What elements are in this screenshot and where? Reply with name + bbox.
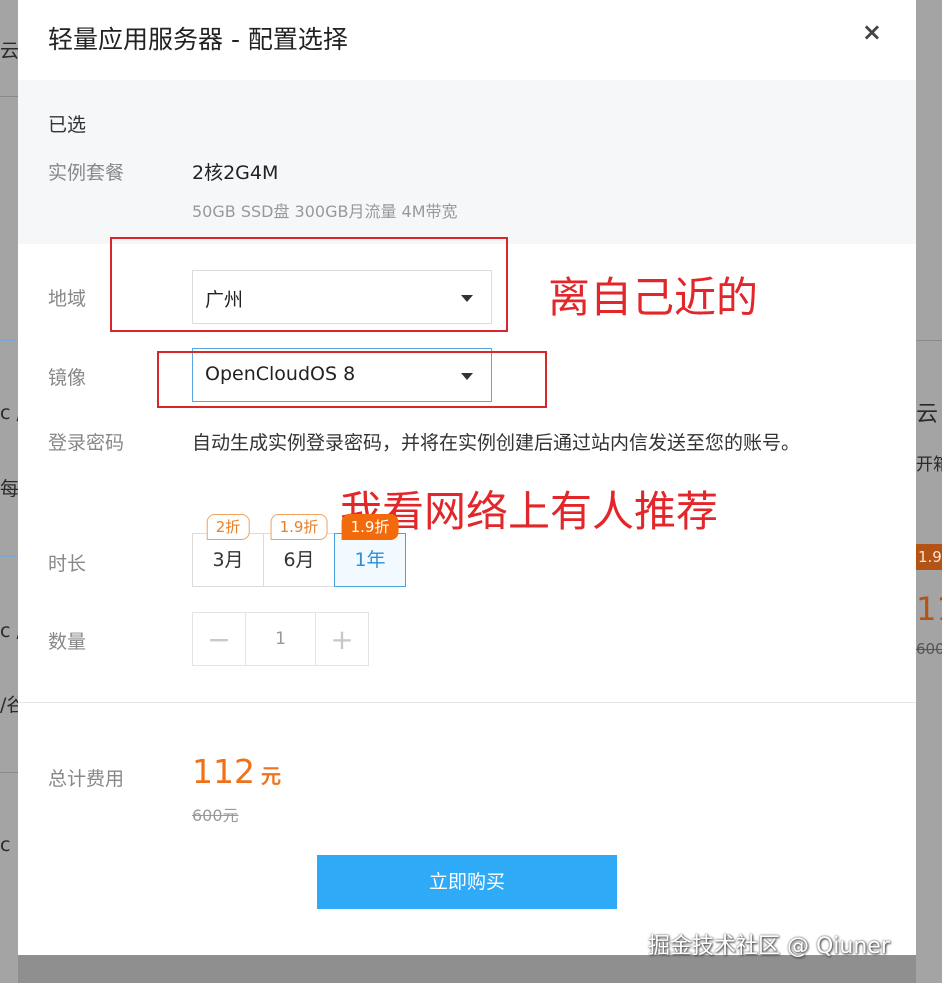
price-unit: 元 bbox=[261, 764, 281, 788]
selected-heading: 已选 bbox=[48, 114, 87, 136]
bg-fragment: 600 bbox=[916, 640, 942, 658]
discount-tag: 2折 bbox=[206, 514, 250, 540]
duration-label: 时长 bbox=[48, 553, 87, 575]
close-icon: × bbox=[861, 18, 882, 46]
plan-detail: 50GB SSD盘 300GB月流量 4M带宽 bbox=[192, 202, 458, 221]
duration-option-label: 6月 bbox=[283, 549, 315, 571]
original-price: 600元 bbox=[192, 806, 239, 825]
footer-divider bbox=[18, 702, 916, 703]
plan-label: 实例套餐 bbox=[48, 162, 125, 184]
dialog-header: 轻量应用服务器 - 配置选择 × bbox=[18, 0, 916, 80]
selected-summary: 已选 实例套餐 2核2G4M 50GB SSD盘 300GB月流量 4M带宽 bbox=[18, 80, 916, 244]
duration-option-1-year[interactable]: 1.9折 1年 bbox=[334, 514, 406, 587]
bg-discount-badge: 1.9 bbox=[916, 544, 942, 570]
discount-tag: 1.9折 bbox=[270, 514, 328, 540]
annotation-note-region: 离自己近的 bbox=[548, 273, 759, 322]
bg-fragment: c / bbox=[0, 620, 18, 642]
bg-fragment: 云 bbox=[0, 40, 18, 62]
bg-fragment: 每 bbox=[0, 478, 18, 500]
bg-fragment: 开箱 bbox=[916, 455, 942, 475]
bg-fragment: 云 bbox=[916, 402, 939, 427]
duration-option-3-months[interactable]: 2折 3月 bbox=[192, 514, 264, 587]
quantity-label: 数量 bbox=[48, 631, 87, 653]
bg-fragment: c bbox=[0, 834, 11, 856]
watermark: 掘金技术社区 @ Qiuner bbox=[648, 934, 890, 959]
duration-options: 2折 3月 1.9折 6月 1.9折 1年 bbox=[192, 514, 406, 587]
increment-button[interactable]: + bbox=[316, 613, 368, 665]
background-page-right: 云 开箱 1.9 11 600 bbox=[916, 0, 942, 983]
total-label: 总计费用 bbox=[48, 768, 125, 790]
region-label: 地域 bbox=[48, 288, 87, 310]
duration-option-label: 1年 bbox=[354, 549, 386, 571]
plan-value: 2核2G4M bbox=[192, 162, 279, 184]
duration-option-label: 3月 bbox=[212, 549, 244, 571]
bg-fragment: c / bbox=[0, 402, 18, 424]
bg-fragment: 11 bbox=[916, 590, 942, 628]
background-page-left: 云 c / 每 c / /谷 c bbox=[0, 0, 18, 983]
password-description: 自动生成实例登录密码，并将在实例创建后通过站内信发送至您的账号。 bbox=[192, 432, 801, 454]
quantity-stepper: − 1 + bbox=[192, 612, 369, 666]
duration-option-6-months[interactable]: 1.9折 6月 bbox=[263, 514, 335, 587]
minus-icon: − bbox=[207, 622, 231, 656]
price-amount: 112 bbox=[192, 752, 255, 791]
discount-tag: 1.9折 bbox=[341, 514, 399, 540]
dialog-title: 轻量应用服务器 - 配置选择 bbox=[48, 25, 348, 54]
total-price: 112 元 bbox=[192, 752, 281, 791]
bg-fragment: /谷 bbox=[0, 694, 18, 716]
quantity-input[interactable]: 1 bbox=[245, 613, 316, 665]
annotation-box-region bbox=[110, 237, 508, 332]
annotation-box-image bbox=[157, 351, 547, 408]
close-button[interactable]: × bbox=[862, 18, 882, 46]
plus-icon: + bbox=[330, 622, 354, 656]
buy-now-button[interactable]: 立即购买 bbox=[317, 855, 617, 909]
password-label: 登录密码 bbox=[48, 432, 125, 454]
image-label: 镜像 bbox=[48, 367, 87, 389]
decrement-button[interactable]: − bbox=[193, 613, 245, 665]
